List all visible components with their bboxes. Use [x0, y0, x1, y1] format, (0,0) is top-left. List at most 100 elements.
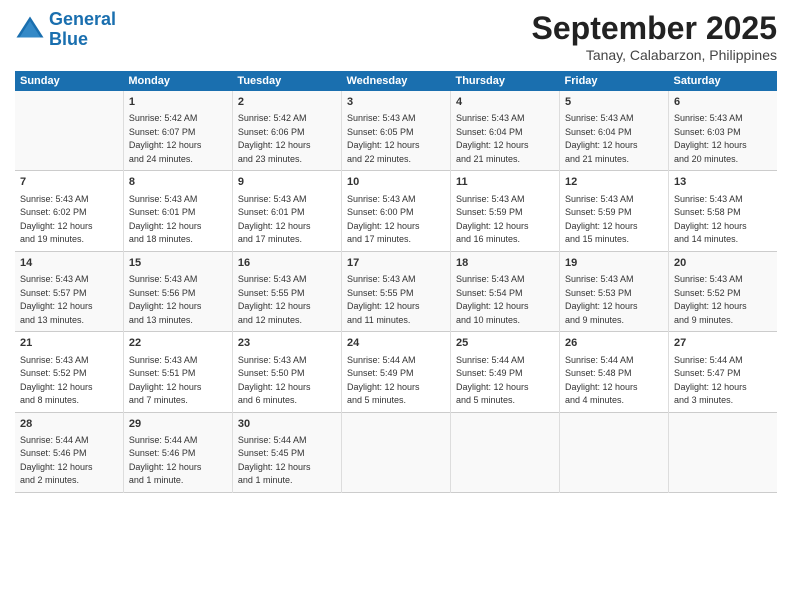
calendar-cell: 30 Sunrise: 5:44 AM Sunset: 5:45 PM Dayli…	[232, 412, 341, 492]
week-row-1: 1 Sunrise: 5:42 AM Sunset: 6:07 PM Daylig…	[15, 91, 777, 171]
cell-data: Sunrise: 5:43 AM Sunset: 6:03 PM Dayligh…	[674, 112, 772, 166]
week-row-3: 14 Sunrise: 5:43 AM Sunset: 5:57 PM Dayli…	[15, 251, 777, 331]
cell-data: Sunrise: 5:43 AM Sunset: 5:52 PM Dayligh…	[674, 273, 772, 327]
cell-data: Sunrise: 5:43 AM Sunset: 5:54 PM Dayligh…	[456, 273, 554, 327]
day-number: 25	[456, 336, 554, 351]
cell-data: Sunrise: 5:44 AM Sunset: 5:45 PM Dayligh…	[238, 434, 336, 488]
day-number: 1	[129, 95, 227, 110]
day-number: 14	[20, 256, 118, 271]
main-title: September 2025	[532, 10, 777, 47]
cell-data: Sunrise: 5:43 AM Sunset: 6:04 PM Dayligh…	[456, 112, 554, 166]
col-header-tuesday: Tuesday	[232, 71, 341, 91]
calendar-cell: 5 Sunrise: 5:43 AM Sunset: 6:04 PM Daylig…	[560, 91, 669, 171]
calendar-cell: 10 Sunrise: 5:43 AM Sunset: 6:00 PM Dayli…	[341, 171, 450, 251]
cell-data: Sunrise: 5:43 AM Sunset: 5:59 PM Dayligh…	[565, 193, 663, 247]
calendar-cell: 14 Sunrise: 5:43 AM Sunset: 5:57 PM Dayli…	[15, 251, 123, 331]
calendar-cell: 18Sunrise: 5:43 AM Sunset: 5:54 PM Dayli…	[450, 251, 559, 331]
calendar-cell: 29 Sunrise: 5:44 AM Sunset: 5:46 PM Dayli…	[123, 412, 232, 492]
col-header-sunday: Sunday	[15, 71, 123, 91]
header: General Blue September 2025 Tanay, Calab…	[15, 10, 777, 63]
day-number: 19	[565, 256, 663, 271]
logo-text: General Blue	[49, 10, 116, 50]
col-header-wednesday: Wednesday	[341, 71, 450, 91]
col-header-friday: Friday	[560, 71, 669, 91]
calendar-cell: 23Sunrise: 5:43 AM Sunset: 5:50 PM Dayli…	[232, 332, 341, 412]
day-number: 11	[456, 175, 554, 190]
logo-icon	[15, 15, 45, 45]
cell-data: Sunrise: 5:44 AM Sunset: 5:46 PM Dayligh…	[129, 434, 227, 488]
calendar-cell: 26 Sunrise: 5:44 AM Sunset: 5:48 PM Dayli…	[560, 332, 669, 412]
day-number: 5	[565, 95, 663, 110]
day-number: 9	[238, 175, 336, 190]
header-row: SundayMondayTuesdayWednesdayThursdayFrid…	[15, 71, 777, 91]
cell-data: Sunrise: 5:43 AM Sunset: 5:55 PM Dayligh…	[238, 273, 336, 327]
day-number: 17	[347, 256, 445, 271]
day-number: 6	[674, 95, 772, 110]
subtitle: Tanay, Calabarzon, Philippines	[532, 47, 777, 63]
day-number: 28	[20, 417, 118, 432]
cell-data: Sunrise: 5:43 AM Sunset: 5:51 PM Dayligh…	[129, 354, 227, 408]
day-number: 30	[238, 417, 336, 432]
logo: General Blue	[15, 10, 116, 50]
day-number: 16	[238, 256, 336, 271]
calendar-cell: 15 Sunrise: 5:43 AM Sunset: 5:56 PM Dayli…	[123, 251, 232, 331]
calendar-cell: 13Sunrise: 5:43 AM Sunset: 5:58 PM Dayli…	[669, 171, 777, 251]
calendar-cell	[15, 91, 123, 171]
cell-data: Sunrise: 5:44 AM Sunset: 5:48 PM Dayligh…	[565, 354, 663, 408]
calendar-cell: 20 Sunrise: 5:43 AM Sunset: 5:52 PM Dayli…	[669, 251, 777, 331]
cell-data: Sunrise: 5:43 AM Sunset: 5:57 PM Dayligh…	[20, 273, 118, 327]
col-header-saturday: Saturday	[669, 71, 777, 91]
day-number: 22	[129, 336, 227, 351]
cell-data: Sunrise: 5:43 AM Sunset: 6:01 PM Dayligh…	[129, 193, 227, 247]
day-number: 27	[674, 336, 772, 351]
cell-data: Sunrise: 5:43 AM Sunset: 5:56 PM Dayligh…	[129, 273, 227, 327]
col-header-thursday: Thursday	[450, 71, 559, 91]
day-number: 21	[20, 336, 118, 351]
day-number: 29	[129, 417, 227, 432]
logo-line1: General	[49, 9, 116, 29]
cell-data: Sunrise: 5:44 AM Sunset: 5:47 PM Dayligh…	[674, 354, 772, 408]
day-number: 10	[347, 175, 445, 190]
week-row-2: 7Sunrise: 5:43 AM Sunset: 6:02 PM Daylig…	[15, 171, 777, 251]
cell-data: Sunrise: 5:43 AM Sunset: 6:05 PM Dayligh…	[347, 112, 445, 166]
week-row-5: 28 Sunrise: 5:44 AM Sunset: 5:46 PM Dayli…	[15, 412, 777, 492]
calendar-cell: 17Sunrise: 5:43 AM Sunset: 5:55 PM Dayli…	[341, 251, 450, 331]
calendar-cell: 3 Sunrise: 5:43 AM Sunset: 6:05 PM Daylig…	[341, 91, 450, 171]
calendar-cell	[669, 412, 777, 492]
calendar-cell	[450, 412, 559, 492]
day-number: 8	[129, 175, 227, 190]
page: General Blue September 2025 Tanay, Calab…	[0, 0, 792, 612]
cell-data: Sunrise: 5:43 AM Sunset: 5:53 PM Dayligh…	[565, 273, 663, 327]
calendar-cell: 7Sunrise: 5:43 AM Sunset: 6:02 PM Daylig…	[15, 171, 123, 251]
calendar-cell: 27 Sunrise: 5:44 AM Sunset: 5:47 PM Dayli…	[669, 332, 777, 412]
day-number: 3	[347, 95, 445, 110]
calendar-cell	[560, 412, 669, 492]
day-number: 24	[347, 336, 445, 351]
day-number: 13	[674, 175, 772, 190]
cell-data: Sunrise: 5:44 AM Sunset: 5:46 PM Dayligh…	[20, 434, 118, 488]
logo-line2: Blue	[49, 29, 88, 49]
title-block: September 2025 Tanay, Calabarzon, Philip…	[532, 10, 777, 63]
cell-data: Sunrise: 5:43 AM Sunset: 6:02 PM Dayligh…	[20, 193, 118, 247]
cell-data: Sunrise: 5:43 AM Sunset: 6:01 PM Dayligh…	[238, 193, 336, 247]
cell-data: Sunrise: 5:42 AM Sunset: 6:07 PM Dayligh…	[129, 112, 227, 166]
day-number: 15	[129, 256, 227, 271]
day-number: 20	[674, 256, 772, 271]
day-number: 26	[565, 336, 663, 351]
cell-data: Sunrise: 5:43 AM Sunset: 5:59 PM Dayligh…	[456, 193, 554, 247]
day-number: 12	[565, 175, 663, 190]
calendar-cell: 24Sunrise: 5:44 AM Sunset: 5:49 PM Dayli…	[341, 332, 450, 412]
week-row-4: 21Sunrise: 5:43 AM Sunset: 5:52 PM Dayli…	[15, 332, 777, 412]
calendar-cell: 22 Sunrise: 5:43 AM Sunset: 5:51 PM Dayli…	[123, 332, 232, 412]
calendar-cell: 21Sunrise: 5:43 AM Sunset: 5:52 PM Dayli…	[15, 332, 123, 412]
calendar-table: SundayMondayTuesdayWednesdayThursdayFrid…	[15, 71, 777, 493]
cell-data: Sunrise: 5:44 AM Sunset: 5:49 PM Dayligh…	[456, 354, 554, 408]
calendar-cell: 1 Sunrise: 5:42 AM Sunset: 6:07 PM Daylig…	[123, 91, 232, 171]
day-number: 23	[238, 336, 336, 351]
calendar-cell	[341, 412, 450, 492]
cell-data: Sunrise: 5:43 AM Sunset: 6:00 PM Dayligh…	[347, 193, 445, 247]
calendar-cell: 8 Sunrise: 5:43 AM Sunset: 6:01 PM Daylig…	[123, 171, 232, 251]
cell-data: Sunrise: 5:43 AM Sunset: 6:04 PM Dayligh…	[565, 112, 663, 166]
cell-data: Sunrise: 5:42 AM Sunset: 6:06 PM Dayligh…	[238, 112, 336, 166]
col-header-monday: Monday	[123, 71, 232, 91]
